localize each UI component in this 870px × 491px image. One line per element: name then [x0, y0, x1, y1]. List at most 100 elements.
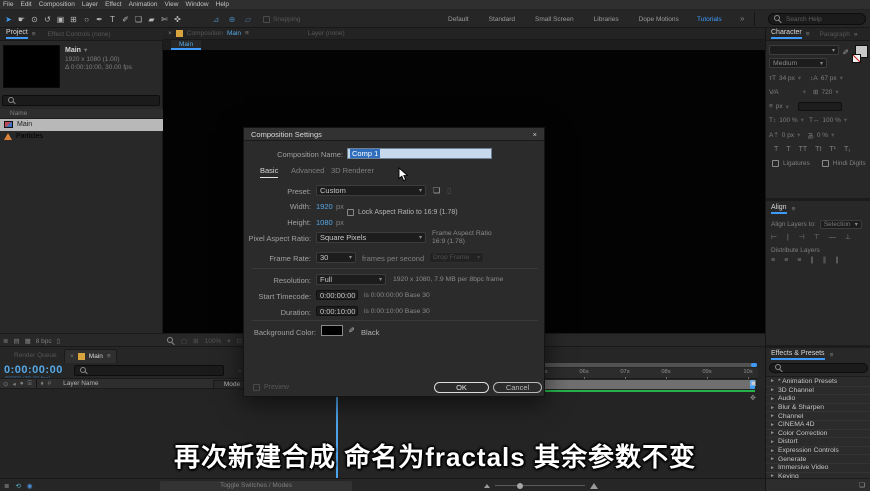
screen-mode-icon[interactable]: ▢: [181, 337, 187, 345]
toggle-switches-button[interactable]: Toggle Switches / Modes: [160, 481, 352, 491]
type-style-button[interactable]: T: [774, 146, 778, 153]
project-item-main[interactable]: Main: [0, 119, 163, 131]
lock-icon[interactable]: ⌸: [28, 380, 32, 388]
panel-menu-icon[interactable]: ≡: [245, 30, 249, 37]
footage-interpret-icon[interactable]: ▦: [25, 337, 31, 345]
tab-paragraph[interactable]: Paragraph: [820, 31, 850, 38]
effects-category-row[interactable]: ► CINEMA 4D: [766, 420, 870, 429]
roto-brush-tool-icon[interactable]: ✄: [158, 15, 171, 24]
tab-effect-controls[interactable]: Effect Controls (none): [48, 31, 111, 38]
leading-value[interactable]: 67 px: [821, 75, 837, 82]
timeline-comp-tab[interactable]: × Main ≡: [64, 349, 117, 363]
shield-work-area-icon[interactable]: ▣: [750, 379, 757, 387]
trash-icon[interactable]: ▯: [57, 337, 61, 345]
cancel-button[interactable]: Cancel: [493, 382, 542, 393]
menu-item[interactable]: Animation: [129, 1, 158, 8]
align-button-icon[interactable]: ⊣: [799, 233, 805, 241]
save-preset-icon[interactable]: ❏: [433, 186, 440, 195]
panel-menu-icon[interactable]: ≡: [830, 352, 834, 359]
magnify-icon[interactable]: [167, 337, 175, 345]
menu-item[interactable]: View: [165, 1, 179, 8]
grid-guides-icon[interactable]: ⊞: [193, 337, 198, 345]
font-size-value[interactable]: 34 px: [779, 75, 795, 82]
frame-rate-dropdown[interactable]: 30▾: [316, 252, 356, 263]
zoom-tool-icon[interactable]: ⊙: [28, 15, 41, 24]
current-timecode[interactable]: 0:00:00:00: [4, 364, 63, 376]
comp-name-input[interactable]: Comp 1: [347, 148, 492, 159]
viewer-tab-name[interactable]: Main: [227, 30, 241, 37]
project-flowchart-icon[interactable]: ≣: [3, 337, 8, 345]
project-comp-name[interactable]: Main: [65, 47, 81, 54]
panel-menu-icon[interactable]: ≡: [792, 206, 796, 213]
dialog-tab-3d-renderer[interactable]: 3D Renderer: [331, 166, 374, 175]
chevron-right-icon[interactable]: ►: [770, 413, 775, 419]
tab-effects-presets[interactable]: Effects & Presets: [771, 350, 825, 360]
selection-tool-icon[interactable]: ➤: [2, 15, 15, 24]
resolution-dropdown[interactable]: Full▾: [316, 274, 386, 285]
workspace-tab[interactable]: Dope Motions: [639, 16, 679, 23]
pen-tool-icon[interactable]: ✒: [93, 15, 106, 24]
effects-category-row[interactable]: ► * Animation Presets: [766, 377, 870, 386]
workspace-tab[interactable]: Standard: [489, 16, 515, 23]
video-visibility-icon[interactable]: ⊙: [3, 380, 8, 388]
type-style-button[interactable]: TT: [799, 146, 808, 153]
align-button-icon[interactable]: ⊢: [771, 233, 777, 241]
distribute-button-icon[interactable]: ≡: [771, 257, 775, 264]
preset-dropdown[interactable]: Custom▾: [316, 185, 426, 196]
panel-overflow-icon[interactable]: »: [854, 31, 858, 38]
zoom-slider-knob[interactable]: [517, 483, 523, 489]
panel-menu-icon[interactable]: ≡: [107, 353, 111, 360]
project-search-box[interactable]: [2, 95, 160, 106]
tab-layer[interactable]: Layer (none): [308, 30, 345, 37]
panel-menu-icon[interactable]: ≡: [806, 31, 810, 38]
effects-category-row[interactable]: ► Blur & Sharpen: [766, 403, 870, 412]
hand-tool-icon[interactable]: ☛: [15, 15, 28, 24]
effects-category-row[interactable]: ► Audio: [766, 394, 870, 403]
font-weight-dropdown[interactable]: Medium▾: [769, 58, 827, 68]
fill-stroke-swatches[interactable]: [852, 45, 870, 63]
type-style-button[interactable]: T₁: [844, 146, 851, 153]
puppet-pin-tool-icon[interactable]: ✜: [171, 15, 184, 24]
rotate-tool-icon[interactable]: ↺: [41, 15, 54, 24]
distribute-button-icon[interactable]: ≡: [797, 257, 801, 264]
chevron-down-icon[interactable]: ▾: [84, 46, 87, 54]
motion-blur-icon[interactable]: ◉: [27, 482, 33, 490]
hindi-digits-checkbox[interactable]: [822, 160, 829, 167]
close-icon[interactable]: ×: [70, 353, 74, 360]
menu-item[interactable]: Layer: [82, 1, 98, 8]
world-axis-mode-icon[interactable]: ⊕: [226, 15, 238, 24]
type-style-button[interactable]: T¹: [829, 146, 836, 153]
eyedropper-icon[interactable]: ✎: [348, 326, 355, 335]
pan-behind-tool-icon[interactable]: ⊞: [67, 15, 80, 24]
timeline-search-box[interactable]: [74, 365, 224, 376]
background-color-swatch[interactable]: [321, 325, 343, 336]
distribute-button-icon[interactable]: ∥: [810, 256, 814, 264]
ligatures-checkbox[interactable]: [772, 160, 779, 167]
workspace-overflow-icon[interactable]: »: [740, 14, 744, 23]
bit-depth-label[interactable]: 8 bpc: [36, 338, 52, 345]
dialog-tab-basic[interactable]: Basic: [260, 166, 278, 178]
label-color-icon[interactable]: ⬧: [41, 380, 44, 388]
timeline-zoom-slider[interactable]: [495, 485, 585, 486]
width-value[interactable]: 1920: [316, 202, 333, 211]
camera-tool-icon[interactable]: ▣: [54, 15, 67, 24]
menu-item[interactable]: Help: [216, 1, 229, 8]
folder-icon[interactable]: ▤: [13, 337, 19, 345]
tsume-value[interactable]: 0 %: [817, 132, 828, 139]
effects-category-row[interactable]: ► 3D Channel: [766, 386, 870, 395]
frame-blending-icon[interactable]: ⟲: [15, 482, 20, 490]
project-name-column-header[interactable]: Name: [0, 109, 163, 119]
clone-stamp-tool-icon[interactable]: ❏: [132, 15, 145, 24]
stroke-style-field[interactable]: [798, 102, 842, 111]
project-item-particles[interactable]: Particles: [0, 131, 163, 143]
tracking-value[interactable]: 720: [821, 89, 832, 96]
distribute-button-icon[interactable]: ≡: [784, 257, 788, 264]
stroke-unit-value[interactable]: px: [776, 103, 783, 110]
chevron-right-icon[interactable]: ►: [770, 430, 775, 436]
viewer-subtab-main[interactable]: Main: [171, 40, 201, 50]
tab-align[interactable]: Align: [771, 204, 787, 214]
pixel-aspect-dropdown[interactable]: Square Pixels▾: [316, 232, 426, 243]
chevron-down-icon[interactable]: ▾: [227, 337, 230, 345]
column-hash[interactable]: #: [48, 380, 52, 387]
hand-pan-icon[interactable]: ✥: [750, 394, 756, 402]
